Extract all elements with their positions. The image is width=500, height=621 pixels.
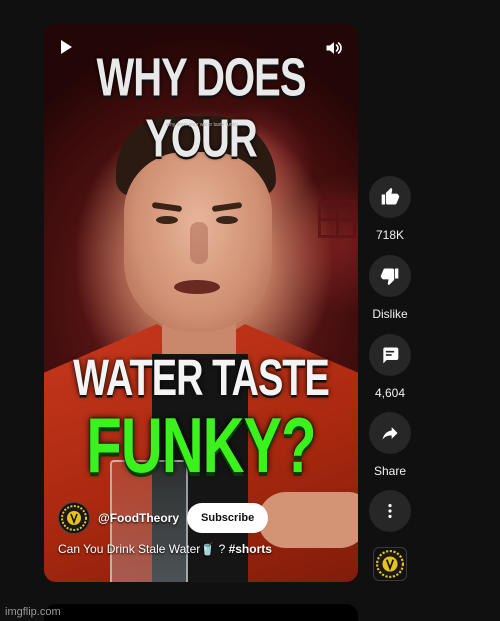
headline-top: WHY DOES YOUR (96, 48, 306, 169)
sound-channel-avatar[interactable] (373, 547, 407, 581)
like-action: 718K (368, 176, 412, 242)
channel-avatar[interactable] (58, 502, 90, 534)
channel-handle[interactable]: @FoodTheory (98, 511, 179, 525)
video-title-text: Can You Drink Stale Water🥤 ? (58, 542, 229, 556)
play-icon[interactable] (61, 40, 72, 54)
background-window (318, 200, 356, 238)
mouth (174, 280, 220, 294)
brow-right (211, 201, 243, 213)
more-vert-icon (388, 504, 392, 518)
thumbs-down-icon (380, 268, 399, 286)
dislike-button[interactable] (369, 255, 411, 297)
eye-right (216, 216, 238, 224)
eye-left (156, 216, 178, 224)
nose (190, 222, 208, 264)
video-title[interactable]: Can You Drink Stale Water🥤 ? #shorts (58, 542, 272, 556)
comment-action: 4,604 (368, 334, 412, 400)
video-title-hashtag[interactable]: #shorts (229, 542, 272, 556)
more-options-button[interactable] (369, 490, 411, 532)
next-video-card[interactable] (44, 604, 358, 621)
small-caption: why does your water taste funky (166, 122, 238, 128)
like-button[interactable] (369, 176, 411, 218)
share-action: Share (368, 412, 412, 478)
video-face (124, 152, 272, 332)
shorts-video-player[interactable]: WHY DOES YOUR why does your water taste … (44, 24, 358, 582)
comment-icon (383, 347, 399, 364)
share-button[interactable] (369, 412, 411, 454)
more-action (368, 490, 412, 532)
share-label: Share (373, 464, 407, 478)
video-hand (258, 492, 358, 548)
thumbs-up-icon (381, 187, 400, 205)
headline-bottom: FUNKY? (86, 401, 316, 490)
food-theory-logo-icon (61, 505, 87, 531)
dislike-action: Dislike (368, 255, 412, 321)
channel-row: @FoodTheory Subscribe (58, 502, 269, 534)
food-theory-logo-icon (376, 550, 404, 578)
share-arrow-icon (382, 427, 398, 440)
watermark: imgflip.com (5, 606, 61, 618)
like-count: 718K (375, 228, 405, 242)
subscribe-button[interactable]: Subscribe (187, 503, 269, 533)
volume-icon[interactable] (324, 38, 344, 58)
dislike-label: Dislike (372, 307, 408, 321)
comment-count: 4,604 (374, 386, 406, 400)
brow-left (151, 201, 183, 213)
comment-button[interactable] (369, 334, 411, 376)
